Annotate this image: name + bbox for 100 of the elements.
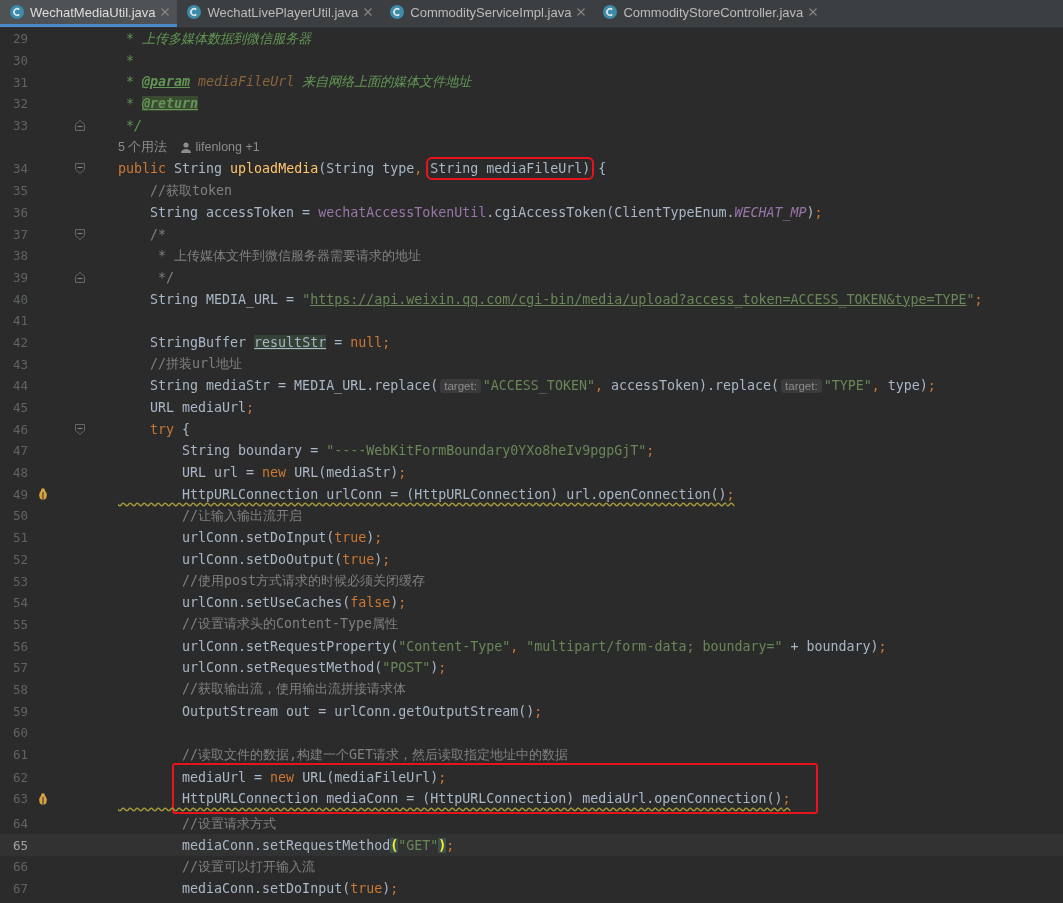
line-number: 49: [11, 486, 28, 502]
line-number: 66: [11, 859, 28, 875]
code-comment: //使用post方式请求的时候必须关闭缓存: [181, 573, 426, 589]
doc-comment: *: [125, 53, 134, 69]
keyword: public: [118, 161, 168, 177]
file-tab[interactable]: WechatLivePlayerUtil.java: [177, 0, 381, 27]
code-text: + boundary): [789, 638, 879, 654]
code-text: urlConn.setDoInput(: [181, 530, 335, 546]
close-icon[interactable]: [809, 8, 818, 16]
keyword: ,: [510, 638, 520, 654]
code-text: {: [182, 421, 191, 437]
code-text: URL mediaUrl: [149, 400, 247, 416]
line-number: 46: [11, 421, 28, 437]
code-text: HttpURLConnection mediaConn = (HttpURLConnection) mediaUrl.openConnection(): [181, 791, 783, 807]
code-comment: /*: [149, 226, 167, 242]
fold-icon[interactable]: [75, 423, 85, 435]
code-text: ): [390, 595, 399, 611]
code-text: HttpURLConnection urlConn = (HttpURLConnection) url.openConnection(): [181, 486, 727, 502]
keyword: ;: [374, 530, 383, 546]
keyword: ;: [246, 400, 255, 416]
doc-tag: @param: [142, 74, 191, 90]
code-text: String boundary =: [181, 443, 320, 459]
line-number: 47: [11, 443, 28, 459]
keyword: try: [149, 421, 176, 437]
line-number: 42: [11, 334, 28, 350]
keyword: ;: [390, 881, 399, 897]
code-text: String mediaStr = MEDIA_URL.replace(: [149, 378, 439, 394]
doc-tag: @return: [142, 96, 199, 112]
constant-name: WECHAT_MP: [734, 204, 807, 220]
code-text: mediaConn.setDoInput(: [181, 881, 351, 897]
doc-comment: * 上传多媒体数据到微信服务器: [125, 30, 312, 46]
code-text: accessToken).replace(: [610, 378, 780, 394]
keyword: ;: [382, 551, 391, 567]
usages-hint[interactable]: 5 个用法: [118, 138, 168, 156]
doc-comment: *: [125, 96, 135, 112]
fold-icon[interactable]: [75, 271, 85, 283]
person-icon: [181, 141, 192, 153]
string-literal: "ACCESS_TOKEN": [482, 378, 595, 394]
doc-comment: */: [125, 118, 143, 134]
code-text: URL(mediaStr): [294, 465, 399, 481]
keyword: ;: [974, 291, 983, 307]
line-number: 57: [11, 660, 28, 676]
code-text: urlConn.setUseCaches(: [181, 595, 351, 611]
class-icon: [187, 5, 202, 19]
author-hint[interactable]: lifenlong +1: [195, 140, 260, 155]
line-number: 63: [11, 791, 28, 807]
keyword: true: [334, 530, 367, 546]
line-number: 38: [11, 248, 28, 264]
code-text: String MEDIA_URL =: [149, 291, 296, 307]
method-name: uploadMedia: [230, 161, 319, 177]
fold-icon[interactable]: [75, 120, 85, 132]
fold-icon[interactable]: [75, 163, 85, 175]
keyword: ;: [438, 769, 447, 785]
line-number: 54: [11, 595, 28, 611]
fold-icon[interactable]: [75, 228, 85, 240]
line-number: 29: [11, 31, 28, 47]
line-number: 43: [11, 356, 28, 372]
code-text: .cgiAccessToken(ClientTypeEnum.: [486, 204, 735, 220]
keyword: ;: [438, 660, 447, 676]
string-literal: ": [966, 291, 975, 307]
code-text: urlConn.setRequestMethod(: [181, 660, 383, 676]
keyword: ,: [871, 378, 881, 394]
code-text: String accessToken =: [149, 204, 312, 220]
code-comment: //获取输出流，使用输出流拼接请求体: [181, 681, 407, 697]
code-text: type): [887, 378, 928, 394]
bug-icon[interactable]: [36, 487, 50, 502]
code-comment: * 上传媒体文件到微信服务器需要请求的地址: [157, 247, 422, 263]
line-number: 51: [11, 530, 28, 546]
line-number: 30: [11, 53, 28, 69]
line-number: 50: [11, 508, 28, 524]
doc-parameter: mediaFileUrl: [197, 74, 295, 90]
string-literal: "TYPE": [823, 378, 872, 394]
parameter-hint: target:: [440, 379, 481, 394]
code-text: ): [366, 530, 375, 546]
file-tab[interactable]: CommodityServiceImpl.java: [380, 0, 594, 27]
line-number: 40: [11, 291, 28, 307]
line-number: 61: [11, 747, 28, 763]
close-icon[interactable]: [577, 8, 586, 16]
code-text: String: [174, 161, 224, 177]
file-tab[interactable]: WechatMediaUtil.java: [0, 0, 178, 27]
parameter-hint: target:: [781, 379, 822, 394]
code-comment: //拼装url地址: [149, 356, 243, 372]
matched-brace: (: [390, 837, 399, 853]
code-text: {: [597, 161, 607, 177]
keyword: new: [262, 465, 288, 481]
keyword: false: [350, 595, 391, 611]
keyword: ,: [414, 161, 424, 177]
close-icon[interactable]: [161, 8, 170, 16]
keyword: new: [270, 769, 296, 785]
keyword: ;: [878, 638, 887, 654]
keyword: ;: [398, 465, 407, 481]
code-text: StringBuffer: [149, 334, 248, 350]
file-tab[interactable]: CommodityStoreController.java: [593, 0, 826, 27]
string-literal: ": [302, 291, 311, 307]
code-text: ): [374, 551, 383, 567]
string-literal: "GET": [398, 837, 439, 853]
line-number: 33: [11, 118, 28, 134]
bug-icon[interactable]: [36, 791, 50, 806]
string-literal: "POST": [382, 660, 431, 676]
close-icon[interactable]: [364, 8, 373, 16]
